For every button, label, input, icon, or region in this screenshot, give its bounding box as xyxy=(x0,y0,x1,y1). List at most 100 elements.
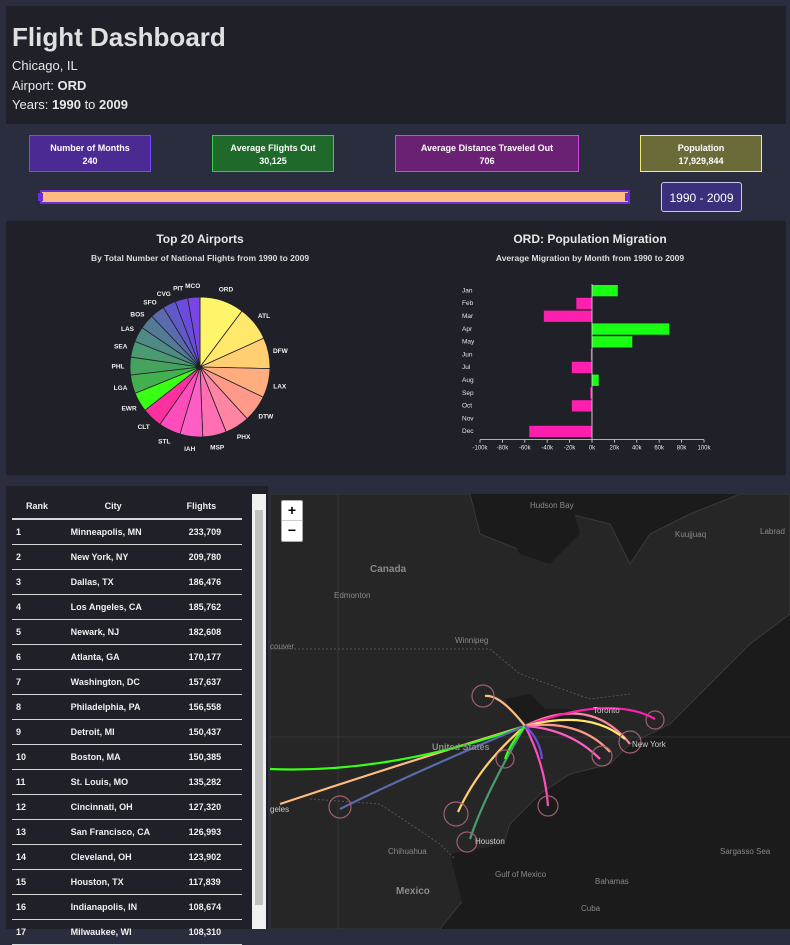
bar-label-apr: Apr xyxy=(462,326,473,333)
map-label-chihuahua: Chihuahua xyxy=(388,847,427,856)
migration-subtitle-pre: Average Migration by Month from xyxy=(495,253,632,263)
table-row: 16 Indianapolis, IN 108,674 xyxy=(12,894,242,920)
pie-label-ord: ORD xyxy=(219,287,234,294)
x-tick-label: 40k xyxy=(632,446,643,452)
cell-flights: 108,674 xyxy=(166,894,242,920)
x-tick-label: 20k xyxy=(610,446,621,452)
cell-city: Dallas, TX xyxy=(60,569,167,595)
bar-label-dec: Dec xyxy=(462,428,474,435)
bar-oct[interactable] xyxy=(571,400,592,412)
stat-value: 17,929,844 xyxy=(678,156,724,166)
cell-rank: 4 xyxy=(12,594,61,620)
pie-label-las: LAS xyxy=(121,326,135,333)
cell-rank: 1 xyxy=(12,519,61,545)
pie-subtitle: By Total Number of National Flights from… xyxy=(40,253,360,263)
cell-city: Philadelphia, PA xyxy=(60,694,167,720)
pie-subtitle-pre: By Total Number of National Flights from xyxy=(90,253,257,263)
years-label: Years: xyxy=(12,97,49,112)
stat-value: 30,125 xyxy=(259,156,287,166)
migration-title-rest: : Population Migration xyxy=(540,232,667,246)
cell-city: Detroit, MI xyxy=(60,719,167,745)
cell-flights: 117,839 xyxy=(166,869,242,895)
table-row: 17 Milwaukee, WI 108,310 xyxy=(12,919,242,945)
table-row: 10 Boston, MA 150,385 xyxy=(12,744,242,770)
map-label-labrador: Labrad xyxy=(760,527,785,536)
table-scroll-thumb[interactable] xyxy=(255,510,263,905)
x-tick-label: 0k xyxy=(589,446,596,452)
x-tick-label: 100k xyxy=(697,446,711,452)
bar-jul[interactable] xyxy=(571,361,592,374)
stat-label: Population xyxy=(677,143,725,153)
map-label-mexico: Mexico xyxy=(396,886,430,897)
bar-dec[interactable] xyxy=(529,425,592,438)
cell-flights: 157,637 xyxy=(166,669,242,695)
pie-label-phl: PHL xyxy=(112,363,125,370)
cell-city: Milwaukee, WI xyxy=(60,919,167,945)
map-label-united-states: United States xyxy=(432,742,490,752)
map-canvas: Hudson Bay Canada Edmonton Winnipeg Kuuj… xyxy=(270,494,790,929)
header-city: City xyxy=(60,494,167,520)
map-label-houston: Houston xyxy=(475,837,505,846)
migration-subtitle-to: to xyxy=(654,253,663,263)
cell-flights: 123,902 xyxy=(166,844,242,870)
bar-feb[interactable] xyxy=(576,297,592,310)
pie-chart: ORD ATL DFW LAX DTW PHX MSP IAH STL CLT EWR LGA PHL S… xyxy=(112,283,289,453)
table-row: 1 Minneapolis, MN 233,709 xyxy=(12,519,242,545)
bar-mar[interactable] xyxy=(543,310,592,322)
year-range-slider[interactable] xyxy=(40,190,630,204)
x-tick-label: 80k xyxy=(677,446,688,452)
map-label-hudson-bay: Hudson Bay xyxy=(530,501,574,510)
stat-card-months: Number of Months 240 xyxy=(29,135,151,172)
migration-title-code: ORD xyxy=(513,232,540,246)
bar-label-jan: Jan xyxy=(462,287,473,294)
slider-handle-start[interactable] xyxy=(38,193,43,201)
bar-label-mar: Mar xyxy=(462,313,474,320)
bar-aug[interactable] xyxy=(592,374,599,386)
page-title: Flight Dashboard xyxy=(12,22,226,52)
location-text: Chicago, IL xyxy=(12,58,78,73)
x-tick-label: -100k xyxy=(472,446,488,452)
years-line: Years: 1990 to 2009 xyxy=(12,97,128,112)
year-range-button[interactable]: 1990 - 2009 xyxy=(661,182,742,212)
bar-jan[interactable] xyxy=(592,285,618,297)
airport-line: Airport: ORD xyxy=(12,78,86,93)
slider-handle-end[interactable] xyxy=(625,193,630,201)
cell-rank: 17 xyxy=(12,919,61,945)
pie-label-phx: PHX xyxy=(237,434,251,441)
pie-label-atl: ATL xyxy=(258,313,270,320)
stat-label: Number of Months xyxy=(50,143,130,153)
map-label-new-york: New York xyxy=(632,740,667,749)
map-label-sargasso-sea: Sargasso Sea xyxy=(720,847,771,856)
pie-label-lga: LGA xyxy=(114,385,128,392)
cell-city: Cleveland, OH xyxy=(60,844,167,870)
cell-city: Washington, DC xyxy=(60,669,167,695)
map-label-kuujjuaq: Kuujjuaq xyxy=(675,530,706,539)
pie-label-lax: LAX xyxy=(273,384,287,391)
pie-label-ewr: EWR xyxy=(121,406,136,413)
table-row: 11 St. Louis, MO 135,282 xyxy=(12,769,242,795)
zoom-out-button[interactable]: − xyxy=(282,521,302,541)
map-label-canada: Canada xyxy=(370,564,407,575)
cell-city: Houston, TX xyxy=(60,869,167,895)
cell-rank: 7 xyxy=(12,669,61,695)
pie-label-cvg: CVG xyxy=(157,291,171,298)
stat-label: Average Distance Traveled Out xyxy=(420,143,554,153)
cell-city: Boston, MA xyxy=(60,744,167,770)
cell-flights: 209,780 xyxy=(166,544,242,570)
cell-flights: 156,558 xyxy=(166,694,242,720)
cell-city: Los Angeles, CA xyxy=(60,594,167,620)
flights-table: Rank City Flights 1 Minneapolis, MN 233,70… xyxy=(12,494,242,945)
stat-label: Average Flights Out xyxy=(230,143,316,153)
cell-flights: 150,385 xyxy=(166,744,242,770)
pie-label-mco: MCO xyxy=(185,283,200,290)
pie-label-dtw: DTW xyxy=(258,413,274,420)
header-flights: Flights xyxy=(166,494,242,520)
cell-flights: 170,177 xyxy=(166,644,242,670)
cell-rank: 6 xyxy=(12,644,61,670)
map-label-winnipeg: Winnipeg xyxy=(455,636,488,645)
x-tick-label: -80k xyxy=(497,446,510,452)
bar-apr[interactable] xyxy=(592,323,670,335)
zoom-in-button[interactable]: + xyxy=(282,501,302,521)
flight-map[interactable]: Hudson Bay Canada Edmonton Winnipeg Kuuj… xyxy=(270,494,790,929)
bar-may[interactable] xyxy=(592,336,633,348)
